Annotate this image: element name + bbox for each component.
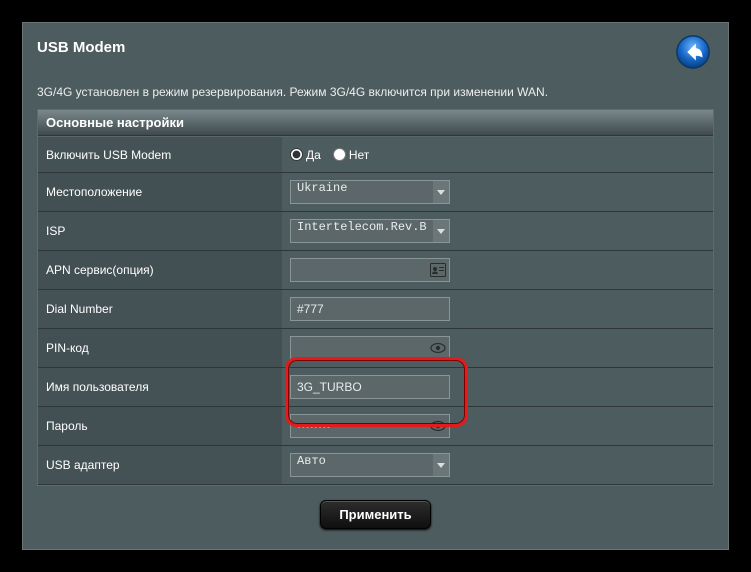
row-pin: PIN-код [38,329,713,368]
apn-input[interactable] [290,258,450,282]
radio-no-input[interactable] [333,148,346,161]
mode-note: 3G/4G установлен в режим резервирования.… [37,85,714,99]
adapter-select[interactable]: Авто [290,453,450,477]
row-adapter: USB адаптер Авто [38,446,713,485]
isp-select[interactable]: Intertelecom.Rev.B [290,219,450,243]
header: USB Modem [37,37,714,85]
enable-radio-group: Да Нет [290,148,705,162]
dial-input[interactable] [290,297,450,321]
username-input[interactable] [290,375,450,399]
row-enable-modem: Включить USB Modem Да Нет [38,137,713,173]
label-enable-modem: Включить USB Modem [38,137,282,173]
row-password: Пароль [38,407,713,446]
panel-title: Основные настройки [38,110,713,136]
label-location: Местоположение [38,173,282,212]
settings-panel: Основные настройки Включить USB Modem Да… [37,109,714,486]
apply-button[interactable]: Применить [320,500,430,529]
location-select[interactable]: Ukraine [290,180,450,204]
settings-form: Включить USB Modem Да Нет Местоположение… [38,136,713,485]
label-isp: ISP [38,212,282,251]
radio-yes-input[interactable] [290,148,303,161]
apply-row: Применить [37,486,714,547]
radio-no[interactable]: Нет [333,148,369,162]
password-input[interactable] [290,414,450,438]
row-location: Местоположение Ukraine [38,173,713,212]
label-username: Имя пользователя [38,368,282,407]
back-button[interactable] [674,33,712,71]
page-title: USB Modem [37,37,714,56]
radio-yes[interactable]: Да [290,148,321,162]
row-username: Имя пользователя [38,368,713,407]
label-password: Пароль [38,407,282,446]
row-apn: APN сервис(опция) [38,251,713,290]
row-isp: ISP Intertelecom.Rev.B [38,212,713,251]
label-pin: PIN-код [38,329,282,368]
config-panel: USB Modem 3G/4G установлен в режим резер… [22,22,729,550]
label-adapter: USB адаптер [38,446,282,485]
label-apn: APN сервис(опция) [38,251,282,290]
label-dial: Dial Number [38,290,282,329]
row-dial: Dial Number [38,290,713,329]
pin-input[interactable] [290,336,450,360]
